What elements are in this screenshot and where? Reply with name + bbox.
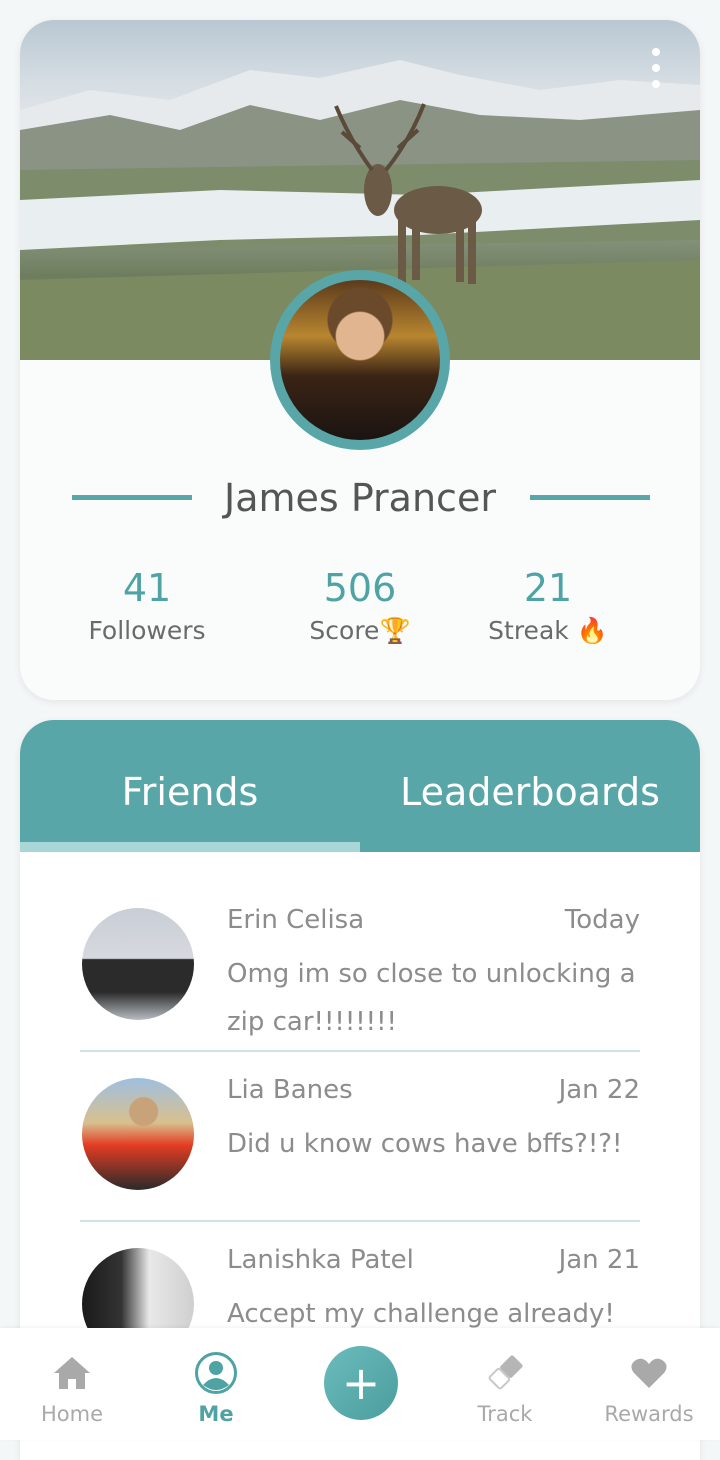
eraser-icon — [488, 1355, 523, 1390]
score-count: 506 — [323, 566, 397, 610]
friend-date: Jan 22 — [558, 1075, 640, 1105]
nav-rewards-label: Rewards — [604, 1402, 694, 1426]
tab-friends[interactable]: Friends — [20, 768, 360, 816]
friend-date: Jan 21 — [558, 1245, 640, 1275]
bottom-nav: Home Me + Track Rewards — [0, 1328, 720, 1440]
friend-name: Lanishka Patel — [227, 1245, 414, 1275]
score-label: Score — [309, 616, 380, 645]
stat-score[interactable]: 506 Score🏆 — [250, 565, 470, 651]
streak-label: Streak — [488, 616, 569, 645]
nav-track[interactable]: Track — [445, 1348, 565, 1428]
tab-bar: Friends Leaderboards — [20, 720, 700, 852]
profile-card: James Prancer 41 Followers 506 Score🏆 21… — [20, 20, 700, 700]
friend-date: Today — [564, 905, 640, 935]
divider — [80, 1050, 640, 1052]
avatar[interactable] — [82, 908, 194, 1020]
friend-name: Lia Banes — [227, 1075, 353, 1105]
streak-count: 21 — [523, 566, 573, 610]
list-item[interactable]: Erin Celisa Today Omg im so close to unl… — [80, 905, 640, 1078]
heart-icon — [631, 1358, 667, 1388]
add-button[interactable]: + — [324, 1346, 398, 1420]
nav-me[interactable]: Me — [156, 1348, 276, 1428]
name-divider-right — [530, 495, 650, 500]
fire-icon: 🔥 — [576, 616, 608, 645]
followers-count: 41 — [122, 566, 172, 610]
nav-track-label: Track — [477, 1402, 533, 1426]
divider — [80, 1220, 640, 1222]
friend-name: Erin Celisa — [227, 905, 365, 935]
list-item[interactable]: Lia Banes Jan 22 Did u know cows have bf… — [80, 1075, 640, 1248]
friend-message: Omg im so close to unlocking a zip car!!… — [227, 959, 636, 1037]
friend-message: Did u know cows have bffs?!?! — [227, 1129, 623, 1159]
nav-home-label: Home — [40, 1402, 103, 1426]
person-icon — [195, 1352, 237, 1394]
trophy-icon: 🏆 — [379, 616, 411, 645]
followers-label: Followers — [88, 616, 206, 645]
stat-streak[interactable]: 21 Streak 🔥 — [438, 565, 658, 651]
home-icon — [54, 1357, 90, 1389]
nav-home[interactable]: Home — [12, 1348, 132, 1428]
active-tab-indicator — [20, 842, 360, 852]
more-vert-icon[interactable] — [646, 48, 666, 88]
nav-rewards[interactable]: Rewards — [589, 1348, 709, 1428]
profile-photo — [280, 280, 440, 440]
plus-icon: + — [341, 1356, 381, 1410]
stat-followers[interactable]: 41 Followers — [37, 565, 257, 651]
nav-me-label: Me — [198, 1402, 234, 1426]
tab-leaderboards[interactable]: Leaderboards — [360, 768, 700, 816]
name-row: James Prancer — [20, 476, 700, 526]
avatar[interactable] — [82, 1078, 194, 1190]
profile-avatar[interactable] — [270, 270, 450, 450]
